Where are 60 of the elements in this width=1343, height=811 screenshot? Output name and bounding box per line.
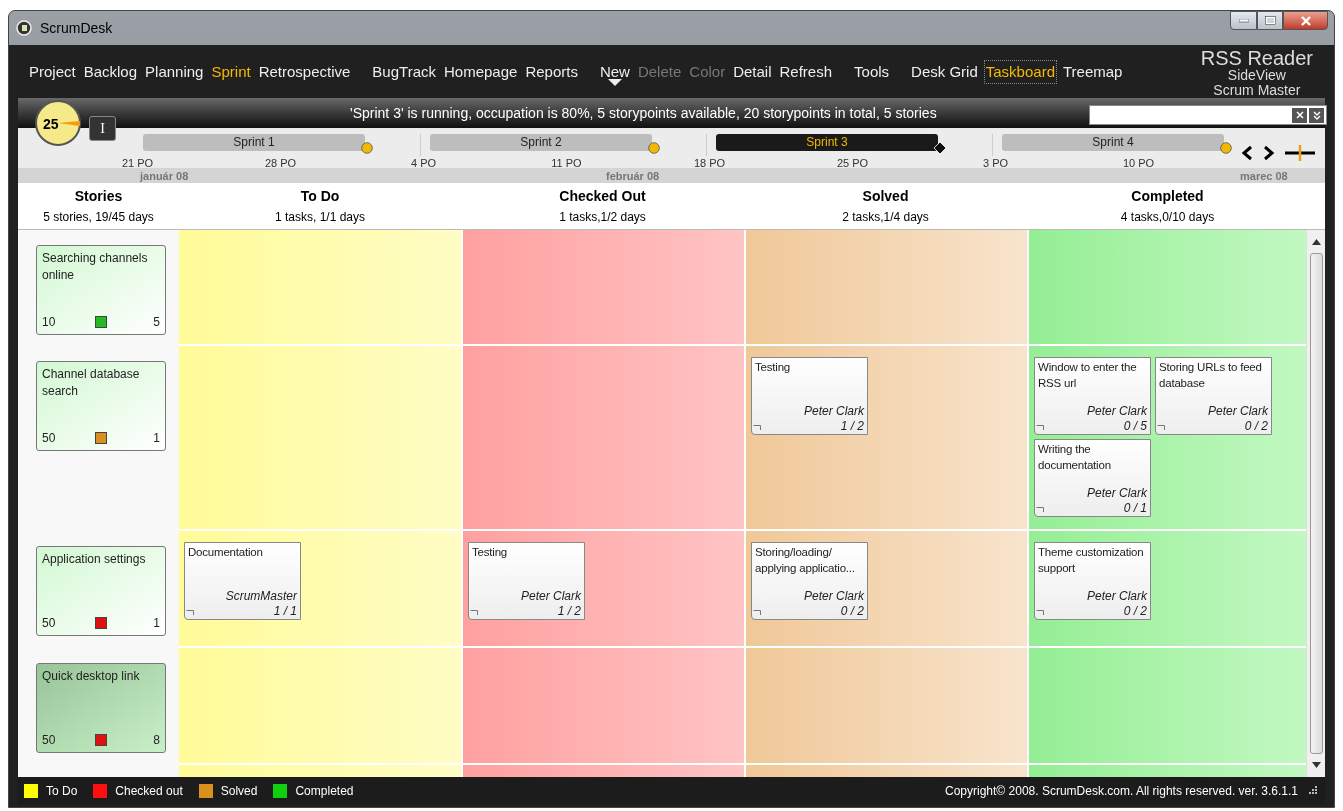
date-label: 25 PO bbox=[836, 157, 869, 169]
column-summary: 5 stories, 19/45 days bbox=[43, 209, 154, 226]
column-summary: 1 tasks, 1/1 days bbox=[274, 209, 365, 226]
window-title: ScrumDesk bbox=[40, 18, 113, 38]
column-summary: 2 tasks,1/4 days bbox=[842, 209, 929, 226]
project-title: RSS Reader bbox=[1200, 48, 1313, 68]
task-owner: ScrumMaster bbox=[225, 589, 297, 604]
task-title: Theme customization support bbox=[1038, 545, 1145, 576]
legend-label: Checked out bbox=[115, 782, 183, 800]
column-title: Completed bbox=[1131, 187, 1204, 206]
story-points: 50 bbox=[42, 615, 57, 632]
column-summary: 1 tasks,1/2 days bbox=[559, 209, 646, 226]
story-count: 1 bbox=[152, 615, 160, 632]
task-title: Writing the documentation bbox=[1038, 442, 1112, 473]
task-owner: Peter Clark bbox=[803, 589, 864, 604]
date-label: 10 PO bbox=[1122, 157, 1155, 169]
date-label: 21 PO bbox=[121, 157, 154, 169]
story-points: 50 bbox=[42, 732, 57, 749]
task-owner: Peter Clark bbox=[1086, 404, 1147, 419]
task-title: Testing bbox=[755, 360, 792, 375]
task-owner: Peter Clark bbox=[803, 404, 864, 419]
task-owner: Peter Clark bbox=[1207, 404, 1268, 419]
date-label: 4 PO bbox=[410, 157, 437, 169]
month-label: január 08 bbox=[140, 170, 189, 182]
column-summary: 4 tasks,0/10 days bbox=[1120, 209, 1215, 226]
date-label: 3 PO bbox=[982, 157, 1009, 169]
date-label: 11 PO bbox=[551, 157, 582, 169]
task-owner: Peter Clark bbox=[1086, 589, 1147, 604]
story-points: 10 bbox=[42, 314, 57, 331]
story-count: 5 bbox=[152, 314, 160, 331]
project-subtitle: SideView bbox=[1227, 68, 1286, 83]
column-title: To Do bbox=[300, 187, 340, 206]
story-title: Quick desktop link bbox=[42, 668, 141, 685]
legend-label: Solved bbox=[220, 782, 258, 800]
task-title: Testing bbox=[472, 545, 509, 560]
story-points: 50 bbox=[42, 430, 57, 447]
story-title: Searching channels online bbox=[42, 250, 149, 284]
date-label: 18 PO bbox=[693, 157, 726, 169]
task-title: Storing/loading/ applying applicatio... bbox=[755, 545, 856, 576]
date-label: 28 PO bbox=[264, 157, 297, 169]
task-owner: Peter Clark bbox=[520, 589, 581, 604]
story-count: 1 bbox=[152, 430, 160, 447]
column-title: Stories bbox=[74, 187, 123, 206]
legend-label: Completed bbox=[295, 782, 354, 800]
project-subtitle: Scrum Master bbox=[1213, 83, 1301, 98]
month-label: marec 08 bbox=[1240, 170, 1288, 182]
task-title: Documentation bbox=[188, 545, 264, 560]
column-title: Checked Out bbox=[559, 187, 646, 206]
task-title: Window to enter the RSS url bbox=[1038, 360, 1138, 391]
status-message: 'Sprint 3' is running, occupation is 80%, 5 storypoints available, 20 storypoints in total, 5 stories bbox=[350, 103, 937, 123]
month-label: február 08 bbox=[606, 170, 660, 182]
story-count: 8 bbox=[152, 732, 160, 749]
copyright-text: Copyright© 2008. ScrumDesk.com. All rights reserved. ver. 3.6.1.1 bbox=[945, 782, 1298, 800]
column-title: Solved bbox=[862, 187, 909, 206]
legend-label: To Do bbox=[46, 782, 78, 800]
story-title: Channel database search bbox=[42, 366, 141, 400]
task-title: Storing URLs to feed database bbox=[1159, 360, 1263, 391]
task-owner: Peter Clark bbox=[1086, 486, 1147, 501]
story-title: Application settings bbox=[42, 551, 147, 568]
clock-value: 25 bbox=[43, 115, 59, 134]
